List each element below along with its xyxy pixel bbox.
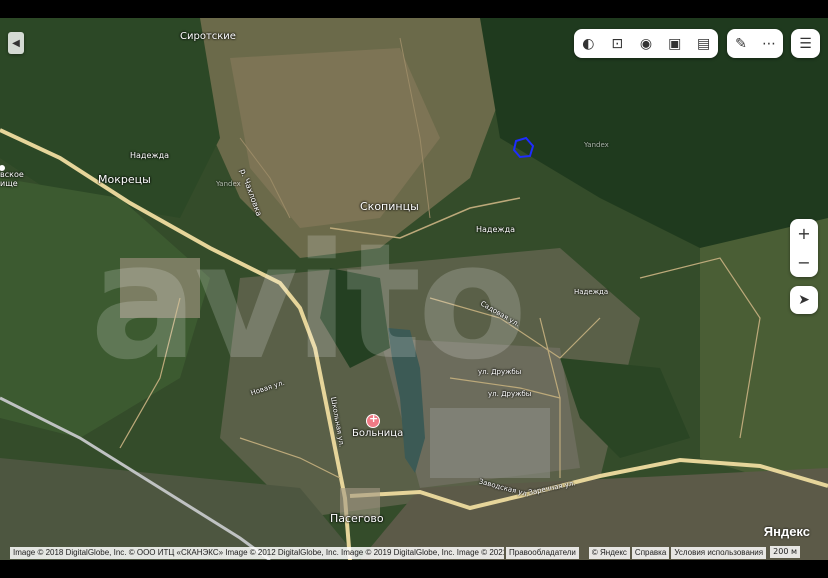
street-nadezhda: Надежда	[574, 288, 609, 296]
geolocation-button[interactable]: ➤	[790, 286, 818, 314]
place-skopintsy: Скопинцы	[360, 200, 419, 213]
terms-link[interactable]: Условия использования	[671, 547, 767, 559]
zoom-out-button[interactable]: −	[797, 253, 810, 272]
place-mokretsy: Мокрецы	[98, 173, 151, 186]
collapse-panel-button[interactable]: ◀	[8, 32, 24, 54]
map-scale: 200 м	[770, 546, 800, 558]
more-icon[interactable]: ⋯	[755, 29, 783, 58]
layers-icon[interactable]: ◐	[574, 29, 603, 58]
map-footer: Image © 2018 DigitalGlobe, Inc. © ООО ИТ…	[10, 546, 818, 560]
traffic-icon[interactable]: ▤	[689, 29, 718, 58]
menu-button[interactable]: ☰	[791, 29, 820, 58]
menu-icon: ☰	[799, 35, 812, 52]
zoom-in-button[interactable]: +	[797, 224, 810, 243]
help-link[interactable]: Справка	[631, 547, 670, 559]
yandex-logo: Яндекс	[763, 524, 810, 539]
copyright-text: Image © 2018 DigitalGlobe, Inc. © ООО ИТ…	[10, 547, 504, 559]
place-sirotskie: Сиротские	[180, 31, 236, 42]
map-layers-toolbar: ◐ ⊡ ◉ ▣ ▤	[574, 29, 718, 58]
place-nadezhda-1: Надежда	[130, 151, 170, 160]
map-viewport[interactable]: avito Сиротские Мокрецы Скопинцы Надежда…	[0, 18, 828, 560]
street-druzhby-2: ул. Дружбы	[488, 390, 532, 398]
street-druzhby-1: ул. Дружбы	[478, 368, 522, 376]
map-watermark-yandex-2: Yandex	[584, 141, 609, 149]
photo-icon[interactable]: ◉	[632, 29, 661, 58]
place-hospital: Больница	[352, 428, 404, 439]
transport-icon[interactable]: ▣	[660, 29, 689, 58]
hospital-marker-icon[interactable]	[366, 412, 380, 428]
rights-holders-link[interactable]: Правообладатели	[506, 547, 579, 559]
avito-watermark: avito	[90, 208, 528, 395]
place-nadezhda-2: Надежда	[476, 225, 516, 234]
location-arrow-icon: ➤	[798, 292, 810, 308]
panorama-icon[interactable]: ⊡	[603, 29, 632, 58]
zoom-control: + −	[790, 219, 818, 277]
map-watermark-yandex-1: Yandex	[216, 180, 241, 188]
tools-toolbar: ✎ ⋯	[727, 29, 783, 58]
place-pasegovo: Пасегово	[330, 512, 384, 525]
yandex-copyright: © Яндекс	[588, 547, 630, 559]
place-cemetery: вское ище	[0, 170, 24, 188]
ruler-icon[interactable]: ✎	[727, 29, 755, 58]
